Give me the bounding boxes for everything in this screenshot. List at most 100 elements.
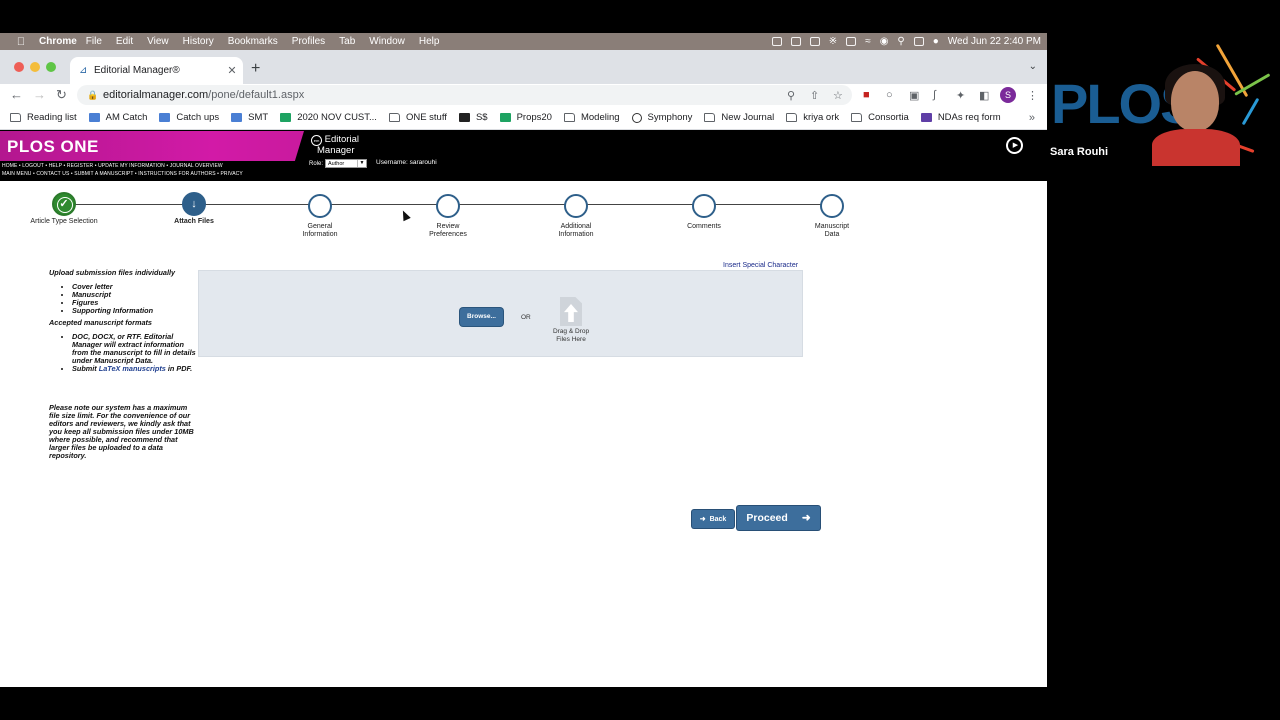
step-general-information[interactable]: General Information [270,194,370,239]
empty-circle-icon [308,194,332,218]
battery-icon[interactable] [846,37,857,46]
arrow-down-circle-icon: ↓ [182,192,206,216]
share-icon[interactable]: ⇧ [810,89,819,102]
bookmark-label: kriya ork [803,112,840,123]
menu-edit[interactable]: Edit [116,36,133,47]
zoom-icon[interactable]: ⚲ [787,89,795,102]
menu-view[interactable]: View [147,36,169,47]
browser-tab[interactable]: ⊿ Editorial Manager® ✕ [70,57,243,84]
presenter-body [1152,129,1240,166]
menu-bookmarks[interactable]: Bookmarks [228,36,278,47]
control-center-icon[interactable] [913,37,924,46]
presenter-face [1171,71,1219,131]
close-tab-icon[interactable]: ✕ [225,64,239,77]
extension-reader-icon[interactable]: ▣ [909,89,919,102]
spotlight-icon[interactable]: ⚲ [897,36,904,47]
step-label: Additional Information [558,223,594,238]
latex-manuscripts-link[interactable]: LaTeX manuscripts [99,364,166,373]
plos-one-banner: PLOS ONE [0,131,304,161]
empty-circle-icon [820,194,844,218]
back-button[interactable]: ➜ Back [692,510,734,528]
bookmark-one-stuff[interactable]: ONE stuff [388,112,447,123]
screen-icon[interactable] [790,37,801,46]
new-tab-icon[interactable]: + [251,60,260,78]
battery-status-icon[interactable] [809,37,820,46]
dropbox-icon[interactable] [771,37,782,46]
list-item: Supporting Information [72,307,197,315]
profile-avatar[interactable]: S [1000,87,1016,103]
doc-icon [159,113,171,122]
reload-icon[interactable]: ↻ [56,87,67,103]
user-switch-icon[interactable]: ◉ [880,36,889,47]
bluetooth-icon[interactable]: ※ [829,36,837,47]
close-window-icon[interactable] [14,62,24,72]
role-dropdown[interactable]: Author ▼ [325,159,368,168]
menu-file[interactable]: File [86,36,102,47]
bookmark-props20[interactable]: Props20 [499,112,552,123]
bookmark-s-dollar[interactable]: S$ [458,112,488,123]
apple-icon[interactable]:  [14,36,28,48]
extensions-puzzle-icon[interactable]: ✦ [956,89,965,102]
step-comments[interactable]: Comments [654,194,754,231]
bookmark-star-icon[interactable]: ☆ [833,89,843,102]
menu-window[interactable]: Window [369,36,405,47]
wifi-icon[interactable]: ≈ [865,36,871,47]
bookmark-symphony[interactable]: Symphony [631,112,692,123]
or-separator: OR [521,314,531,321]
maximize-window-icon[interactable] [46,62,56,72]
step-label: Review Preferences [429,223,467,238]
forward-arrow-icon[interactable]: → [33,87,46,102]
chrome-menu-icon[interactable]: ⋮ [1027,89,1038,102]
menu-profiles[interactable]: Profiles [292,36,325,47]
back-arrow-icon[interactable]: ← [10,87,23,102]
menu-app-name[interactable]: Chrome [39,36,77,47]
step-review-preferences[interactable]: Review Preferences [398,194,498,239]
editorial-manager-logo: em Editorial Manager [311,135,359,155]
siri-icon[interactable]: ● [933,36,939,47]
header-nav-links-row1[interactable]: HOME • LOGOUT • HELP • REGISTER • UPDATE… [2,163,223,169]
step-article-type-selection[interactable]: ✓ Article Type Selection [14,192,114,226]
menu-history[interactable]: History [183,36,214,47]
lock-icon[interactable]: 🔒 [87,90,99,101]
chrome-toolbar: ← → ↻ 🔒 editorialmanager.com/pone/defaul… [0,84,1047,106]
step-attach-files[interactable]: ↓ Attach Files [144,192,244,226]
side-panel-icon[interactable]: ◧ [979,89,989,102]
more-bookmarks-chevron-icon[interactable]: » [1029,112,1035,124]
tab-search-chevron-icon[interactable]: ⌄ [1029,61,1037,72]
bookmark-smt[interactable]: SMT [231,112,268,123]
bookmark-modeling[interactable]: Modeling [563,112,620,123]
header-nav-links-row2[interactable]: MAIN MENU • CONTACT US • SUBMIT A MANUSC… [2,171,243,177]
editorial-manager-favicon-icon: ⊿ [79,65,88,76]
menu-help[interactable]: Help [419,36,440,47]
file-drop-zone[interactable]: Browse... OR Drag & Drop Files Here [198,270,803,357]
em-logo-line1: Editorial [324,134,359,145]
extension-red-icon[interactable]: ■ [863,89,870,101]
plos-one-logo[interactable]: PLOS ONE [7,137,99,157]
step-manuscript-data[interactable]: Manuscript Data [782,194,882,239]
bookmark-reading-list[interactable]: Reading list [10,112,77,123]
menu-tab[interactable]: Tab [339,36,355,47]
browse-button[interactable]: Browse... [460,308,503,326]
username-display: Username: sararouhi [376,159,437,166]
bookmark-catch-ups[interactable]: Catch ups [159,112,219,123]
bookmark-ndas-req-form[interactable]: NDAs req form [920,112,1001,123]
bookmark-consortia[interactable]: Consortia [851,112,909,123]
bookmark-new-journal[interactable]: New Journal [704,112,774,123]
bookmark-label: Consortia [868,112,909,123]
minimize-window-icon[interactable] [30,62,40,72]
drag-drop-label: Drag & Drop Files Here [539,328,603,344]
bookmark-am-catch[interactable]: AM Catch [88,112,147,123]
folder-icon [786,113,798,122]
bookmark-kriya-ork[interactable]: kriya ork [786,112,839,123]
bookmark-2020-nov[interactable]: 2020 NOV CUST... [280,112,377,123]
step-additional-information[interactable]: Additional Information [526,194,626,239]
play-icon[interactable]: ▶ [1006,137,1023,154]
proceed-button[interactable]: Proceed ➜ [737,506,820,530]
extension-chat-icon[interactable]: ○ [886,89,893,101]
extension-s-icon[interactable]: ∫ [933,89,936,101]
arrow-left-icon: ➜ [699,516,706,523]
insert-special-character-link[interactable]: Insert Special Character [723,262,798,269]
menu-datetime[interactable]: Wed Jun 22 2:40 PM [948,36,1041,47]
url-host: editorialmanager.com [103,89,209,101]
address-bar[interactable]: 🔒 editorialmanager.com/pone/default1.asp… [77,85,852,105]
